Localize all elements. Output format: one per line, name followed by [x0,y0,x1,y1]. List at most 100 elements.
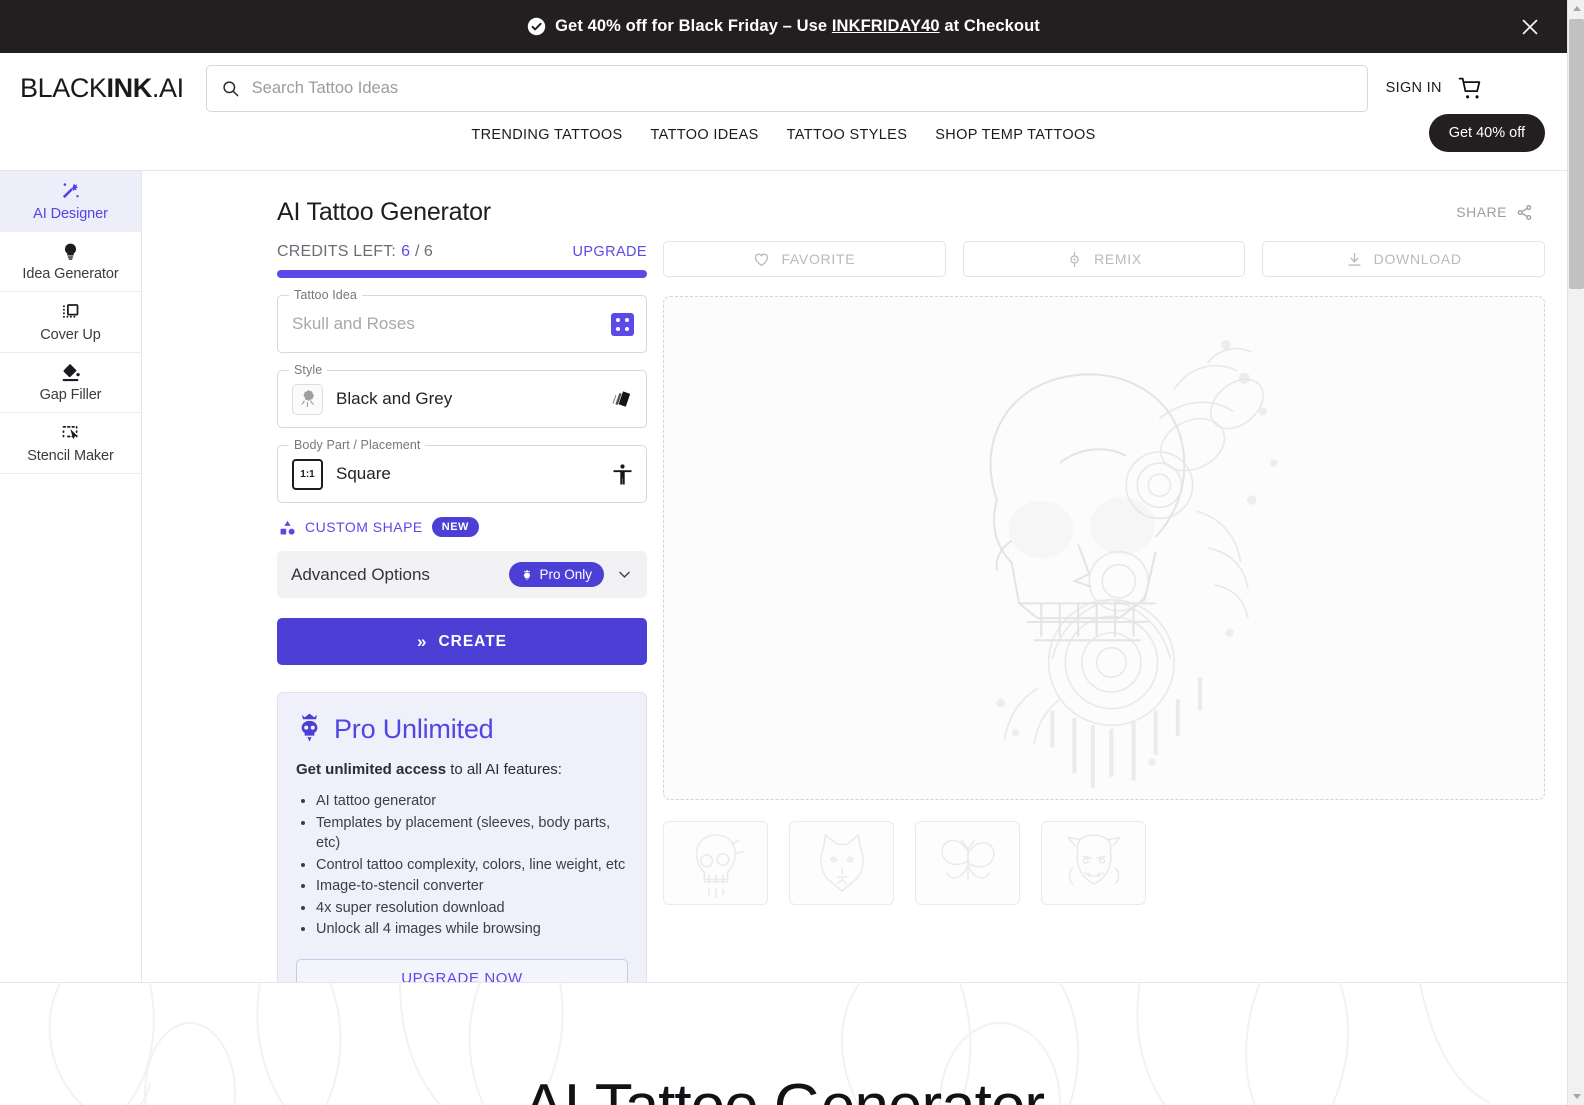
app-body: AI Designer Idea Generator Cover Up Gap … [0,170,1567,1018]
dice-randomize-icon[interactable] [611,312,634,336]
sidebar-item-cover-up[interactable]: Cover Up [0,292,141,353]
nav-item-shop-temp-tattoos[interactable]: SHOP TEMP TATTOOS [935,127,1095,143]
tattoo-idea-trailing [611,312,634,336]
thumbnail-butterfly[interactable] [915,821,1020,905]
page-scrollbar[interactable] [1567,0,1584,1105]
announcement-bar: Get 40% off for Black Friday – Use INKFR… [0,0,1567,53]
chevron-down-icon[interactable] [616,566,633,583]
scroll-up-icon[interactable] [1568,0,1584,17]
check-circle-icon [527,17,546,36]
announcement-content: Get 40% off for Black Friday – Use INKFR… [527,17,1040,36]
list-item: Templates by placement (sleeves, body pa… [316,813,628,854]
main-header: AI Tattoo Generator SHARE [142,189,1545,235]
promo-code[interactable]: INKFRIDAY40 [832,17,940,35]
thumbnail-skull[interactable] [663,821,768,905]
sidebar-item-gap-filler[interactable]: Gap Filler [0,352,141,413]
style-cards-icon[interactable] [611,388,634,411]
pro-only-badge: Pro Only [509,562,604,587]
site-header: BLACKINK.AI SIGN IN [0,53,1567,123]
logo-part-ai: .AI [151,72,184,103]
thumbnail-strip [663,821,1545,905]
main-content: CREDITS LEFT: 6 / 6 UPGRADE Tattoo Idea … [142,235,1546,1018]
body-part-field[interactable]: Body Part / Placement 1:1 Square [277,438,647,503]
style-legend: Style [289,363,328,377]
create-chevrons-icon: » [416,631,428,651]
preview-actions: FAVORITE REMIX DOWNLOAD [663,241,1546,277]
thumbnail-wolf[interactable] [789,821,894,905]
search-bar[interactable] [205,64,1368,112]
advanced-options-row[interactable]: Advanced Options Pro Only [277,551,647,598]
aspect-ratio-icon: 1:1 [292,458,323,490]
skull-crown-icon [296,713,323,745]
favorite-label: FAVORITE [781,251,856,267]
credits-used: 6 [401,243,410,260]
butterfly-tattoo-thumbnail [940,839,995,880]
logo-part-black: BLACK [20,72,107,103]
nav-item-tattoo-styles[interactable]: TATTOO STYLES [787,127,908,143]
sidebar-item-label: Stencil Maker [27,447,114,464]
tattoo-idea-legend: Tattoo Idea [289,288,362,302]
favorite-button[interactable]: FAVORITE [663,241,946,277]
upgrade-link[interactable]: UPGRADE [572,244,647,260]
heart-icon [755,253,769,266]
pro-only-label: Pro Only [539,567,592,582]
pro-card-subtitle-rest: to all AI features: [446,761,562,778]
aspect-ratio-label: 1:1 [300,468,315,480]
sidebar-item-label: Gap Filler [39,387,102,404]
logo-part-ink: INK [106,72,153,103]
create-button[interactable]: » CREATE [277,618,647,665]
site-logo[interactable]: BLACKINK.AI [20,73,184,104]
list-item: Control tattoo complexity, colors, line … [316,855,628,876]
pro-card-header: Pro Unlimited [296,713,628,745]
nav-item-tattoo-ideas[interactable]: TATTOO IDEAS [651,127,759,143]
pro-unlimited-card: Pro Unlimited Get unlimited access to al… [277,692,647,1018]
preview-image-container[interactable] [663,296,1545,800]
advanced-options-label: Advanced Options [291,564,430,584]
nav-item-trending-tattoos[interactable]: TRENDING TATTOOS [471,127,622,143]
hero-title: AI Tattoo Generator [0,1071,1567,1105]
search-icon [221,79,240,98]
skull-crown-icon [524,569,531,580]
share-button[interactable]: SHARE [1456,204,1545,221]
generator-form-column: CREDITS LEFT: 6 / 6 UPGRADE Tattoo Idea … [277,235,647,1018]
pro-card-title: Pro Unlimited [334,713,494,744]
download-icon [1348,252,1361,266]
sidebar-item-label: AI Designer [33,205,108,222]
scrollbar-thumb[interactable] [1569,19,1584,289]
sidebar-item-stencil-maker[interactable]: Stencil Maker [0,413,141,474]
promo-cta-button[interactable]: Get 40% off [1428,114,1545,152]
style-thumbnail [292,383,323,415]
shapes-icon [279,519,296,536]
tattoo-idea-field[interactable]: Tattoo Idea Skull and Roses [277,288,647,353]
custom-shape-row[interactable]: CUSTOM SHAPE NEW [277,517,647,537]
share-icon [1517,204,1532,220]
close-icon[interactable] [1519,16,1541,38]
credits-label: CREDITS LEFT: [277,243,397,260]
style-field[interactable]: Style Black and Grey [277,363,647,428]
preview-column: FAVORITE REMIX DOWNLOAD [663,235,1546,1018]
search-input[interactable] [251,78,1353,98]
download-button[interactable]: DOWNLOAD [1262,241,1546,277]
style-trailing [611,388,634,411]
remix-button[interactable]: REMIX [962,241,1246,277]
pro-feature-list: AI tattoo generator Templates by placeme… [296,791,628,940]
shopping-cart-icon[interactable] [1458,76,1483,101]
sidebar-item-label: Idea Generator [22,266,119,283]
hero-section: AI Tattoo Generator [0,982,1567,1105]
thumbnail-oni-mask[interactable] [1041,821,1146,905]
sidebar-item-idea-generator[interactable]: Idea Generator [0,231,141,292]
sidebar-item-ai-designer[interactable]: AI Designer [0,171,141,232]
body-placement-icon[interactable] [611,463,634,486]
cover-up-icon [60,301,82,323]
credits-total: / 6 [414,243,433,260]
remix-label: REMIX [1094,251,1142,267]
credits-row: CREDITS LEFT: 6 / 6 UPGRADE [277,243,647,261]
style-value: Black and Grey [336,389,453,408]
sign-in-link[interactable]: SIGN IN [1386,80,1442,96]
primary-nav: TRENDING TATTOOS TATTOO IDEAS TATTOO STY… [0,114,1567,170]
download-label: DOWNLOAD [1373,251,1462,267]
body-part-legend: Body Part / Placement [289,438,426,452]
list-item: AI tattoo generator [316,791,628,812]
scroll-down-icon[interactable] [1568,1088,1584,1105]
tattoo-idea-placeholder: Skull and Roses [292,314,415,333]
